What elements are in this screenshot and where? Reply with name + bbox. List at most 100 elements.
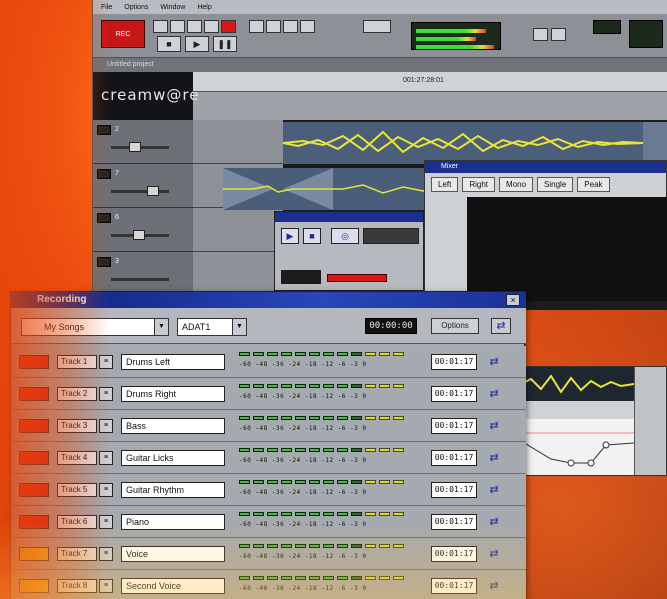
- link-icon[interactable]: ⇄: [485, 546, 503, 562]
- track-label-input[interactable]: Drums Right: [121, 386, 225, 402]
- track-header[interactable]: 6: [93, 208, 193, 252]
- link-icon[interactable]: ⇄: [485, 386, 503, 402]
- play-icon[interactable]: ▶: [281, 228, 299, 244]
- chevron-down-icon[interactable]: ▼: [232, 319, 246, 335]
- record-arm-button[interactable]: [19, 579, 49, 593]
- track-label-input[interactable]: Guitar Licks: [121, 450, 225, 466]
- track-row[interactable]: Track 8 ≡ Second Voice -60 -48 -36 -24 -18 …: [11, 570, 526, 599]
- audio-clip[interactable]: [282, 122, 644, 164]
- stop-icon[interactable]: ■: [157, 36, 181, 52]
- loop-icon[interactable]: ◎: [331, 228, 359, 244]
- tab-peak[interactable]: Peak: [577, 177, 610, 192]
- play-icon[interactable]: ▶: [185, 36, 209, 52]
- link-icon[interactable]: ⇄: [485, 450, 503, 466]
- tool-button-4[interactable]: [300, 20, 315, 33]
- tab-left[interactable]: Left: [431, 177, 459, 192]
- tool-button-1[interactable]: [249, 20, 264, 33]
- track-menu-icon[interactable]: ≡: [99, 579, 113, 593]
- envelope-graph[interactable]: [521, 419, 635, 475]
- editor-panel: [520, 366, 667, 476]
- track-time: 00:01:17: [431, 354, 477, 370]
- record-button[interactable]: [221, 20, 236, 33]
- rewind-button[interactable]: [153, 20, 168, 33]
- tool-palette[interactable]: [193, 120, 283, 164]
- track-row[interactable]: Track 5 ≡ Guitar Rhythm -60 -48 -36 -24 -18…: [11, 474, 526, 506]
- fader-knob[interactable]: [147, 186, 159, 196]
- menu-file[interactable]: File: [101, 4, 112, 11]
- link-icon[interactable]: ⇄: [485, 578, 503, 594]
- track-row[interactable]: Track 1 ≡ Drums Left -60 -48 -36 -24 -18 -1…: [11, 346, 526, 378]
- track-label-input[interactable]: Bass: [121, 418, 225, 434]
- audio-clip[interactable]: [643, 122, 667, 164]
- track-menu-icon[interactable]: ≡: [99, 419, 113, 433]
- track-label-input[interactable]: Piano: [121, 514, 225, 530]
- record-arm-button[interactable]: [19, 387, 49, 401]
- fader-knob[interactable]: [129, 142, 141, 152]
- fast-forward-button[interactable]: [204, 20, 219, 33]
- meter-segment: [393, 416, 404, 420]
- back-button[interactable]: [170, 20, 185, 33]
- track-header[interactable]: 7: [93, 164, 193, 208]
- record-arm-button[interactable]: [19, 451, 49, 465]
- track-label-input[interactable]: Voice: [121, 546, 225, 562]
- track-label-input[interactable]: Guitar Rhythm: [121, 482, 225, 498]
- meter-segment: [267, 448, 278, 452]
- track-time: 00:01:17: [431, 578, 477, 594]
- track-row[interactable]: Track 7 ≡ Voice -60 -48 -36 -24 -18 -12 -6 …: [11, 538, 526, 570]
- link-icon[interactable]: ⇄: [485, 482, 503, 498]
- options-button[interactable]: Options: [431, 318, 479, 334]
- record-arm-button[interactable]: [19, 515, 49, 529]
- track-header[interactable]: 3: [93, 252, 193, 296]
- menu-window[interactable]: Window: [160, 4, 185, 11]
- menu-help[interactable]: Help: [197, 4, 211, 11]
- track-row[interactable]: Track 6 ≡ Piano -60 -48 -36 -24 -18 -12 -6 …: [11, 506, 526, 538]
- tab-right[interactable]: Right: [462, 177, 496, 192]
- device-select[interactable]: ADAT1 ▼: [177, 318, 247, 336]
- chevron-down-icon[interactable]: ▼: [154, 319, 168, 335]
- waveform-preview[interactable]: [521, 367, 635, 401]
- track-menu-icon[interactable]: ≡: [99, 547, 113, 561]
- link-icon[interactable]: ⇄: [485, 514, 503, 530]
- link-icon[interactable]: ⇄: [491, 318, 511, 334]
- level-meter: -60 -48 -36 -24 -18 -12 -6 -3 0: [239, 352, 419, 374]
- stop-icon[interactable]: ■: [303, 228, 321, 244]
- track-controls[interactable]: [193, 252, 283, 296]
- pause-icon[interactable]: ❚❚: [213, 36, 237, 52]
- fader-knob[interactable]: [133, 230, 145, 240]
- time-counter: 00:00:00: [365, 318, 417, 334]
- track-row[interactable]: Track 4 ≡ Guitar Licks -60 -48 -36 -24 -18 …: [11, 442, 526, 474]
- link-icon[interactable]: ⇄: [485, 354, 503, 370]
- record-arm-button[interactable]: [19, 483, 49, 497]
- track-row[interactable]: Track 3 ≡ Bass -60 -48 -36 -24 -18 -12 -6 -…: [11, 410, 526, 442]
- track-menu-icon[interactable]: ≡: [99, 483, 113, 497]
- record-arm-button[interactable]: [19, 355, 49, 369]
- track-header[interactable]: 2: [93, 120, 193, 164]
- menu-options[interactable]: Options: [124, 4, 148, 11]
- meter-segment: [393, 384, 404, 388]
- timeline-ruler[interactable]: 001:27:28:01: [193, 72, 667, 92]
- tool-button-6[interactable]: [533, 28, 548, 41]
- tool-button-5[interactable]: [363, 20, 391, 33]
- forward-button[interactable]: [187, 20, 202, 33]
- tab-single[interactable]: Single: [537, 177, 574, 192]
- brand-panel: creamw@re: [93, 72, 198, 120]
- tool-button-7[interactable]: [551, 28, 566, 41]
- track-menu-icon[interactable]: ≡: [99, 515, 113, 529]
- track-menu-icon[interactable]: ≡: [99, 451, 113, 465]
- track-row[interactable]: Track 2 ≡ Drums Right -60 -48 -36 -24 -18 -…: [11, 378, 526, 410]
- close-icon[interactable]: ×: [506, 294, 520, 306]
- track-controls[interactable]: [193, 208, 283, 252]
- tool-button-2[interactable]: [266, 20, 281, 33]
- link-icon[interactable]: ⇄: [485, 418, 503, 434]
- folder-select[interactable]: My Songs ▼: [21, 318, 169, 336]
- tab-mono[interactable]: Mono: [499, 177, 534, 192]
- track-label-input[interactable]: Drums Left: [121, 354, 225, 370]
- track-label-input[interactable]: Second Voice: [121, 578, 225, 594]
- record-arm-button[interactable]: [19, 419, 49, 433]
- track-menu-icon[interactable]: ≡: [99, 355, 113, 369]
- record-arm-button[interactable]: [19, 547, 49, 561]
- menu-bar: File Options Window Help: [93, 0, 667, 14]
- tool-button-3[interactable]: [283, 20, 298, 33]
- track-menu-icon[interactable]: ≡: [99, 387, 113, 401]
- device-select-value: ADAT1: [182, 322, 211, 332]
